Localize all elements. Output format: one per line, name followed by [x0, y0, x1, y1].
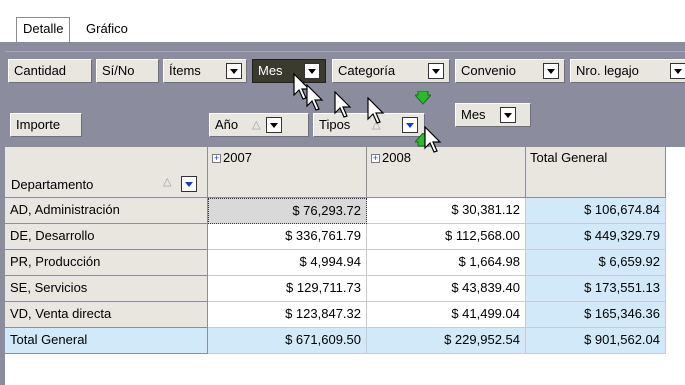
grid-bottom-fill	[5, 354, 685, 385]
total-cell[interactable]: $ 671,609.50	[208, 328, 367, 354]
total-cell[interactable]: $ 6,659.92	[526, 250, 666, 276]
sort-asc-icon: △	[163, 176, 172, 188]
field-label: Mes	[258, 63, 283, 78]
row-label[interactable]: Total General	[5, 328, 208, 354]
field-mes[interactable]: Mes	[252, 59, 326, 83]
chevron-down-icon[interactable]	[402, 117, 418, 133]
chevron-down-icon[interactable]	[266, 117, 282, 133]
value-cell[interactable]: $ 41,499.04	[367, 302, 526, 328]
chevron-down-icon[interactable]	[670, 63, 685, 79]
field-label: Ítems	[169, 63, 201, 78]
column-header-2008[interactable]: +2008	[367, 147, 526, 198]
row-label[interactable]: AD, Administración	[5, 198, 208, 224]
value-cell[interactable]: $ 112,568.00	[367, 224, 526, 250]
field-convenio[interactable]: Convenio	[455, 59, 565, 83]
field-label: Sí/No	[102, 63, 135, 78]
drop-indicator-icon	[415, 91, 431, 105]
sort-asc-icon: △	[252, 119, 261, 131]
field-label: Año	[215, 117, 239, 132]
field-importe[interactable]: Importe	[10, 113, 82, 137]
total-cell[interactable]: $ 165,346.36	[526, 302, 666, 328]
field-anio[interactable]: Año △	[209, 113, 309, 137]
column-label: 2007	[223, 150, 252, 165]
field-nro-legajo[interactable]: Nro. legajo	[570, 59, 685, 83]
row-label[interactable]: VD, Venta directa	[5, 302, 208, 328]
cursor-icon	[424, 126, 442, 153]
total-cell[interactable]: $ 229,952.54	[367, 328, 526, 354]
cursor-icon	[334, 91, 352, 118]
value-cell[interactable]: $ 1,664.98	[367, 250, 526, 276]
expand-icon[interactable]: +	[212, 154, 221, 164]
total-cell[interactable]: $ 901,562.04	[526, 328, 666, 354]
column-label: 2008	[382, 150, 411, 165]
row-label[interactable]: PR, Producción	[5, 250, 208, 276]
field-label: Mes	[461, 107, 486, 122]
field-si-no[interactable]: Sí/No	[96, 59, 159, 83]
chevron-down-icon[interactable]	[500, 107, 516, 123]
value-cell[interactable]: $ 43,839.40	[367, 276, 526, 302]
header-filler	[666, 147, 685, 385]
cursor-icon	[367, 97, 385, 124]
filter-area: Cantidad Sí/No Ítems Mes Categoría Conve…	[5, 51, 685, 91]
field-label: Convenio	[461, 63, 516, 78]
field-mes-column[interactable]: Mes	[455, 103, 531, 127]
chevron-down-icon[interactable]	[543, 63, 559, 79]
total-cell[interactable]: $ 173,551.13	[526, 276, 666, 302]
value-cell[interactable]: $ 4,994.94	[208, 250, 367, 276]
field-categoria[interactable]: Categoría	[332, 59, 450, 83]
chevron-down-icon[interactable]	[226, 63, 242, 79]
row-label[interactable]: DE, Desarrollo	[5, 224, 208, 250]
chevron-down-icon[interactable]	[428, 63, 444, 79]
field-label: Nro. legajo	[576, 63, 639, 78]
column-label: Total General	[530, 150, 608, 165]
field-label: Cantidad	[14, 63, 67, 78]
total-cell[interactable]: $ 449,329.79	[526, 224, 666, 250]
column-header-2007[interactable]: +2007	[208, 147, 367, 198]
tab-grafico[interactable]: Gráfico	[80, 18, 134, 42]
field-cantidad[interactable]: Cantidad	[8, 59, 92, 83]
value-cell[interactable]: $ 129,711.73	[208, 276, 367, 302]
field-label: Departamento	[11, 177, 94, 192]
cursor-icon	[306, 84, 324, 111]
field-label: Importe	[16, 117, 61, 132]
value-cell[interactable]: $ 76,293.72	[208, 198, 367, 224]
row-field-departamento[interactable]: Departamento △	[5, 147, 208, 198]
value-cell[interactable]: $ 30,381.12	[367, 198, 526, 224]
tab-detalle[interactable]: Detalle	[16, 17, 71, 43]
field-items[interactable]: Ítems	[163, 59, 247, 83]
chevron-down-icon[interactable]	[181, 176, 197, 192]
tab-bar: Detalle Gráfico	[0, 0, 685, 44]
row-label[interactable]: SE, Servicios	[5, 276, 208, 302]
field-label: Categoría	[338, 63, 396, 78]
value-cell[interactable]: $ 123,847.32	[208, 302, 367, 328]
column-header-total[interactable]: Total General	[526, 147, 666, 198]
field-label: Tipos	[319, 117, 351, 132]
value-cell[interactable]: $ 336,761.79	[208, 224, 367, 250]
expand-icon[interactable]: +	[371, 154, 380, 164]
total-cell[interactable]: $ 106,674.84	[526, 198, 666, 224]
